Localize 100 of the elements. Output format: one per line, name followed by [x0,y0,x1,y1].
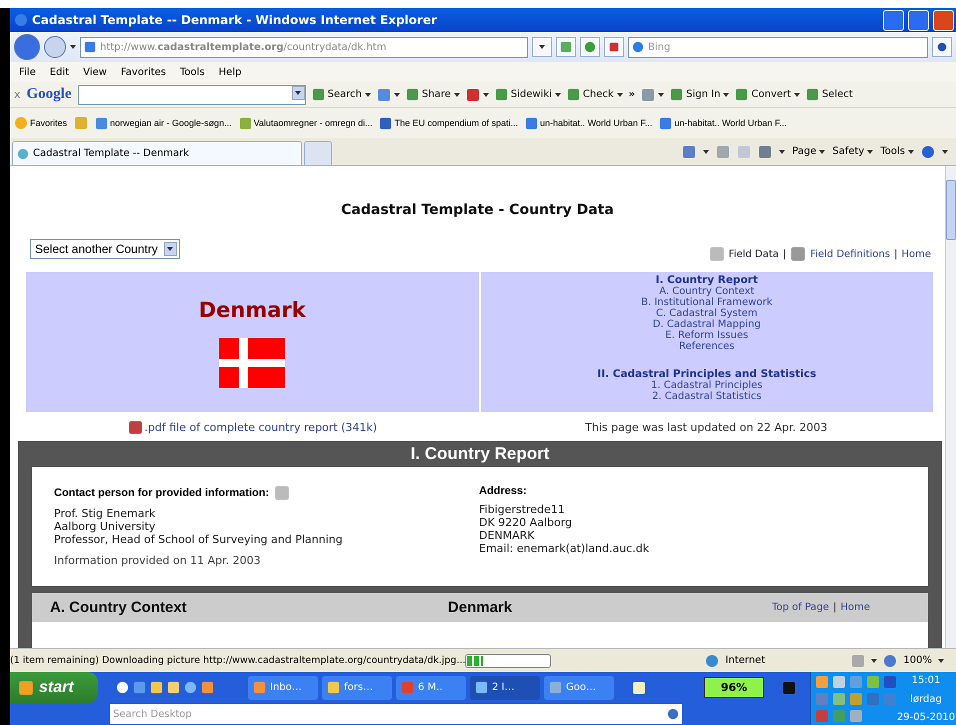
close-button[interactable] [933,10,954,30]
new-tab-button[interactable] [304,141,332,165]
command-button[interactable]: Page [792,146,826,157]
site-icon [238,116,252,130]
top-of-page-link[interactable]: Top of Page [772,602,830,613]
home-link[interactable]: Home [901,248,931,260]
favorite-link[interactable]: The EU compendium of spati... [379,116,518,130]
favorite-link[interactable]: norwegian air - Google-søgn... [95,116,232,130]
favorite-link[interactable]: Valutaomregner - omregn di... [238,116,372,130]
caret-icon [167,247,174,251]
app-icon [475,681,488,694]
taskbar-button[interactable]: Goo… [544,676,614,700]
command-button[interactable]: Safety [832,146,874,157]
toolbar-button[interactable]: Search [312,88,371,101]
toolbar-icon-button[interactable] [466,88,489,102]
toolbar-icon [566,88,580,101]
contents-link[interactable]: References [678,341,735,352]
field-definitions-link[interactable]: Field Definitions [810,248,890,260]
clock-time: 15:01 [912,675,940,686]
toolbar-button[interactable]: Share [406,88,460,101]
app-icon [549,681,562,694]
contents-link[interactable]: C. Cadastral System [656,308,758,319]
tray-icon[interactable] [815,709,829,723]
contact-text: Professor, Head of School of Surveying and Planning [54,533,344,546]
browser-tab[interactable]: Cadastral Template -- Denmark [12,141,302,165]
start-button[interactable]: start [10,672,98,703]
contents-link[interactable]: 1. Cadastral Principles [651,380,762,391]
contents-heading-link[interactable]: I. Country Report [656,274,758,286]
taskbar-button[interactable]: 6 M.. [396,676,466,700]
toolbar-icon [312,88,325,101]
site-icon [95,116,108,130]
quick-launch-icon[interactable] [201,681,214,694]
refresh-button[interactable] [580,37,600,57]
toolbar-button[interactable]: Sign In [670,88,730,101]
tray-icon[interactable] [866,675,880,689]
toolbar-icon-button[interactable] [641,88,664,102]
caret-icon [819,150,826,154]
menu-item[interactable]: Help [212,66,248,78]
app-icon [401,681,414,694]
forward-button[interactable] [44,36,66,58]
taskbar-button[interactable]: 2 I… [470,676,540,700]
tray-icon[interactable] [883,675,897,689]
search-button[interactable] [932,37,952,57]
command-button[interactable]: Tools [880,146,914,157]
minimize-button[interactable] [883,10,904,30]
country-select[interactable]: Select another Country [30,239,180,259]
restore-button[interactable] [908,10,929,30]
quick-launch-icon[interactable] [116,681,129,694]
caret-icon [779,150,786,154]
contents-heading-link[interactable]: II. Cadastral Principles and Statistics [597,368,816,380]
address-text: Fibigerstrede11 [479,503,566,516]
menu-item[interactable]: Edit [42,66,76,78]
field-data-link[interactable]: Field Data [728,248,779,260]
favorites-button[interactable]: Favorites [14,116,68,130]
menu-item[interactable]: Favorites [114,66,174,78]
contents-link[interactable]: E. Reform Issues [665,330,748,341]
caret-icon [938,658,944,662]
address-text: DK 9220 Aalborg [479,516,574,529]
taskbar-button[interactable]: fors… [322,676,392,700]
menu-item[interactable]: Tools [173,66,212,78]
contents-link[interactable]: A. Country Context [659,286,754,297]
contents-link[interactable]: 2. Cadastral Statistics [652,391,762,402]
stop-button[interactable] [604,37,624,57]
toolbar-icon [670,88,684,101]
back-button[interactable] [14,34,40,60]
taskbar-button[interactable]: Inbo… [248,676,318,700]
home-link[interactable]: Home [840,602,870,613]
toolbar-icon [806,88,819,101]
more-button[interactable]: » [628,89,636,100]
tray-icon[interactable] [849,709,863,723]
separator-text: | [894,248,898,260]
favorite-link[interactable]: un-habitat.. World Urban F... [659,116,787,130]
window-title: Cadastral Template -- Denmark - Windows Internet Explorer [32,13,438,27]
scroll-thumb[interactable] [946,180,956,240]
toolbar-search-field[interactable] [78,84,306,104]
tray-icon[interactable] [832,692,846,706]
tray-icon[interactable] [866,692,880,706]
toolbar-button[interactable]: Sidewiki [494,88,561,101]
toolbar-button[interactable]: Select [806,88,853,101]
toolbar-icon [735,88,748,101]
toolbar-button[interactable]: Convert [735,88,800,101]
battery-indicator: 96% [704,677,764,698]
tray-icon[interactable] [815,675,829,689]
scrollbar[interactable] [945,166,956,648]
toolbar-icon-button[interactable] [376,88,400,102]
toolbar-button[interactable]: Check [566,88,623,101]
status-text: (1 item remaining) Downloading picture http://www.cadastraltemplate.org/countrydata/dk.jpg... [10,655,465,666]
tray-icon[interactable] [832,675,846,689]
menu-item[interactable]: View [76,66,114,78]
zoom-level[interactable]: 100% [903,655,932,666]
close-toolbar-button[interactable]: x [14,88,21,101]
caret-icon [871,658,878,662]
favorite-link[interactable]: un-habitat.. World Urban F... [525,116,652,130]
address-field[interactable]: http://www.cadastraltemplate.org/countrydata/dk.htm [80,36,528,58]
contents-link[interactable]: B. Institutional Framework [641,297,772,308]
contents-link[interactable]: D. Cadastral Mapping [652,319,761,330]
info-date-text: Information provided on 11 Apr. 2003 [54,554,262,567]
pdf-link[interactable]: .pdf file of complete country report (341k) [144,421,378,434]
dropdown-button[interactable] [532,37,552,57]
menu-item[interactable]: File [12,66,43,78]
